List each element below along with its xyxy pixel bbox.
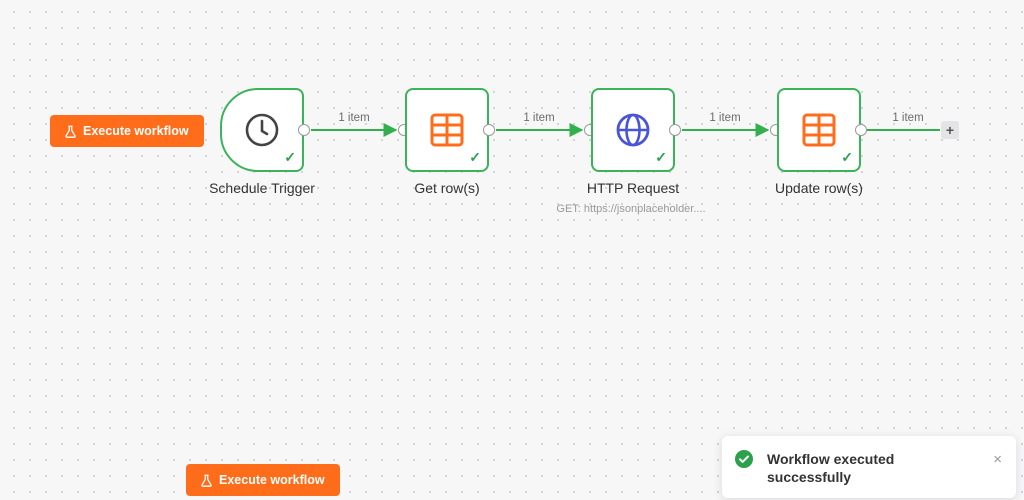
node-update-rows[interactable]: ✓ — [777, 88, 861, 172]
flask-icon — [201, 474, 212, 487]
success-toast: Workflow executed successfully × — [722, 436, 1016, 498]
node-title: Update row(s) — [775, 180, 863, 196]
execute-workflow-button[interactable]: Execute workflow — [50, 115, 204, 147]
node-subtitle: GET: https://jsonplaceholder.... — [556, 203, 706, 215]
add-node-button[interactable]: + — [941, 121, 959, 139]
execute-workflow-label: Execute workflow — [219, 473, 325, 487]
clock-icon — [245, 113, 279, 147]
success-check-circle-icon — [735, 450, 753, 468]
connection-label: 1 item — [523, 112, 555, 124]
node-title: Get row(s) — [414, 180, 480, 196]
connection-label: 1 item — [709, 112, 741, 124]
globe-icon — [616, 113, 650, 147]
success-check-icon: ✓ — [284, 149, 296, 165]
connection-label: 1 item — [338, 112, 370, 124]
output-handle[interactable] — [669, 124, 681, 136]
execute-workflow-button[interactable]: Execute workflow — [186, 464, 340, 496]
output-handle[interactable] — [483, 124, 495, 136]
node-http-request[interactable]: ✓ — [591, 88, 675, 172]
output-handle[interactable] — [298, 124, 310, 136]
flask-icon — [65, 125, 76, 138]
success-check-icon: ✓ — [841, 149, 853, 165]
table-icon — [430, 113, 464, 147]
success-check-icon: ✓ — [655, 149, 667, 165]
close-icon[interactable]: × — [993, 451, 1002, 468]
output-handle[interactable] — [855, 124, 867, 136]
node-get-rows[interactable]: ✓ — [405, 88, 489, 172]
success-check-icon: ✓ — [469, 149, 481, 165]
connection-lines — [311, 123, 940, 137]
node-title: Schedule Trigger — [209, 180, 315, 196]
node-schedule-trigger[interactable]: ✓ — [220, 88, 304, 172]
connection-label: 1 item — [892, 112, 924, 124]
table-icon — [802, 113, 836, 147]
toast-message: Workflow executed successfully — [767, 451, 895, 485]
execute-workflow-label: Execute workflow — [83, 124, 189, 138]
node-title: HTTP Request — [586, 180, 680, 196]
